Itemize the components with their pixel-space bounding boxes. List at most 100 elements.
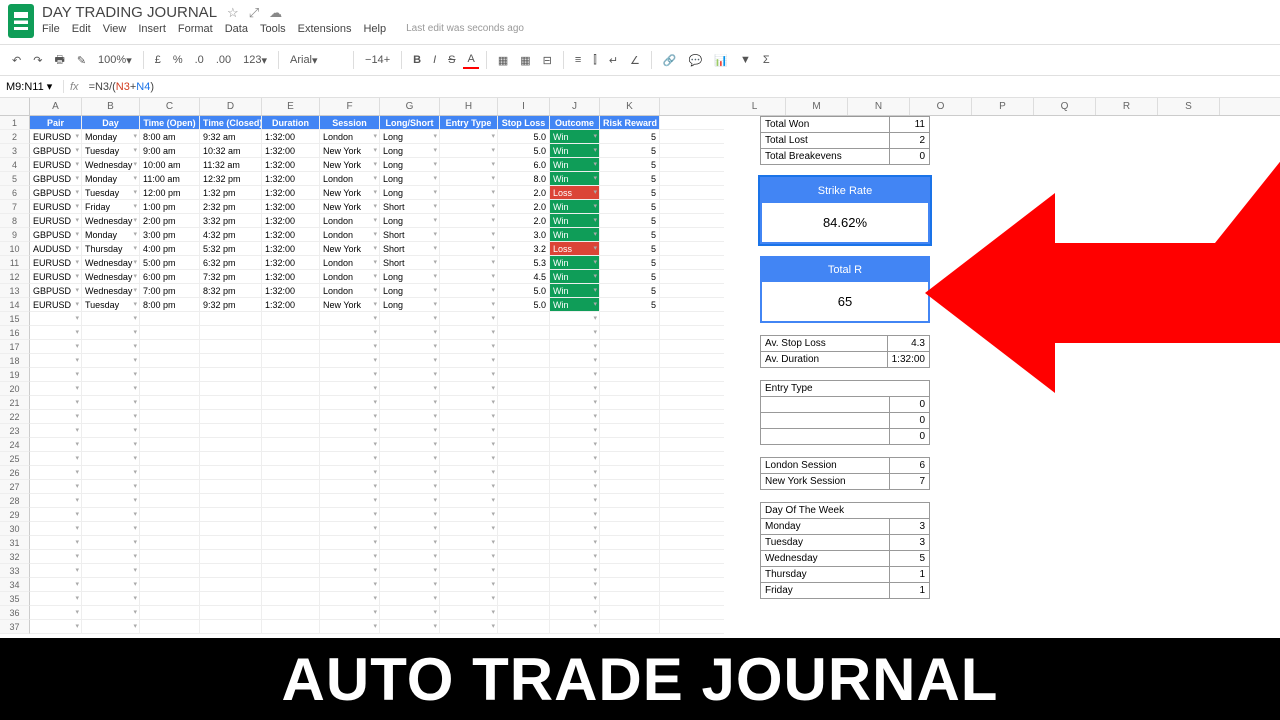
- cell[interactable]: [550, 466, 600, 479]
- row-header[interactable]: 10: [0, 242, 30, 256]
- cell[interactable]: Win: [550, 158, 600, 171]
- cell[interactable]: [550, 354, 600, 367]
- col-header[interactable]: H: [440, 98, 498, 115]
- cell[interactable]: [140, 326, 200, 339]
- cell[interactable]: [380, 536, 440, 549]
- cell[interactable]: 12:00 pm: [140, 186, 200, 199]
- cell[interactable]: 8:32 pm: [200, 284, 262, 297]
- row-header[interactable]: 30: [0, 522, 30, 536]
- cell[interactable]: [200, 564, 262, 577]
- cell[interactable]: [30, 606, 82, 619]
- cell[interactable]: Duration: [262, 116, 320, 129]
- row-header[interactable]: 4: [0, 158, 30, 172]
- cell[interactable]: [82, 592, 140, 605]
- cell[interactable]: Short: [380, 256, 440, 269]
- cell[interactable]: Win: [550, 228, 600, 241]
- cell[interactable]: 9:32 pm: [200, 298, 262, 311]
- functions-icon[interactable]: Σ: [759, 52, 774, 68]
- name-box[interactable]: M9:N11 ▾: [0, 80, 64, 93]
- cell[interactable]: [550, 494, 600, 507]
- cell[interactable]: [262, 564, 320, 577]
- cell[interactable]: 2.0: [498, 186, 550, 199]
- row-header[interactable]: 6: [0, 186, 30, 200]
- document-title[interactable]: DAY TRADING JOURNAL: [42, 4, 217, 21]
- cell[interactable]: 6:00 pm: [140, 270, 200, 283]
- cell[interactable]: [140, 620, 200, 633]
- cell[interactable]: [600, 396, 660, 409]
- cell[interactable]: Long/Short: [380, 116, 440, 129]
- cell[interactable]: 8:00 am: [140, 130, 200, 143]
- cell[interactable]: 3.0: [498, 228, 550, 241]
- cell[interactable]: [140, 410, 200, 423]
- cell[interactable]: [498, 564, 550, 577]
- cell[interactable]: Short: [380, 200, 440, 213]
- cell[interactable]: [550, 410, 600, 423]
- cell[interactable]: London: [320, 256, 380, 269]
- cell[interactable]: [140, 494, 200, 507]
- cell[interactable]: 3.2: [498, 242, 550, 255]
- cell[interactable]: [262, 312, 320, 325]
- cell[interactable]: [380, 606, 440, 619]
- row-header[interactable]: 28: [0, 494, 30, 508]
- cell[interactable]: 3:00 pm: [140, 228, 200, 241]
- cell[interactable]: 8:00 pm: [140, 298, 200, 311]
- cell[interactable]: [140, 564, 200, 577]
- cell[interactable]: [262, 494, 320, 507]
- col-header[interactable]: C: [140, 98, 200, 115]
- cell[interactable]: [550, 340, 600, 353]
- cell[interactable]: 5.0: [498, 284, 550, 297]
- row-header[interactable]: 29: [0, 508, 30, 522]
- cell[interactable]: [320, 382, 380, 395]
- cell[interactable]: [550, 312, 600, 325]
- menu-insert[interactable]: Insert: [138, 23, 166, 35]
- cell[interactable]: [262, 368, 320, 381]
- col-header[interactable]: E: [262, 98, 320, 115]
- column-headers[interactable]: ABCDEFGHIJK: [0, 98, 724, 116]
- cell[interactable]: [82, 564, 140, 577]
- cell[interactable]: [440, 256, 498, 269]
- cell[interactable]: [440, 410, 498, 423]
- cell[interactable]: GBPUSD: [30, 228, 82, 241]
- cell[interactable]: [498, 480, 550, 493]
- cell[interactable]: [30, 578, 82, 591]
- cell[interactable]: [140, 606, 200, 619]
- cell[interactable]: [440, 382, 498, 395]
- cell[interactable]: [200, 550, 262, 563]
- cell[interactable]: [140, 452, 200, 465]
- cell[interactable]: 4:00 pm: [140, 242, 200, 255]
- cell[interactable]: [600, 354, 660, 367]
- cell[interactable]: [498, 620, 550, 633]
- cell[interactable]: [440, 326, 498, 339]
- cell[interactable]: [30, 410, 82, 423]
- cell[interactable]: [262, 452, 320, 465]
- row-header[interactable]: 23: [0, 424, 30, 438]
- cell[interactable]: [498, 550, 550, 563]
- more-formats-icon[interactable]: 123▾: [239, 52, 271, 69]
- cell[interactable]: Session: [320, 116, 380, 129]
- cell[interactable]: [30, 466, 82, 479]
- row-header[interactable]: 19: [0, 368, 30, 382]
- row-header[interactable]: 24: [0, 438, 30, 452]
- row-header[interactable]: 1: [0, 116, 30, 130]
- row-header[interactable]: 32: [0, 550, 30, 564]
- cell[interactable]: [440, 242, 498, 255]
- cell[interactable]: [380, 326, 440, 339]
- cell[interactable]: [600, 522, 660, 535]
- cell[interactable]: Short: [380, 228, 440, 241]
- menu-view[interactable]: View: [103, 23, 127, 35]
- cell[interactable]: Long: [380, 214, 440, 227]
- cell[interactable]: [262, 606, 320, 619]
- cell[interactable]: [600, 550, 660, 563]
- cell[interactable]: [440, 438, 498, 451]
- text-color-icon[interactable]: A: [463, 51, 478, 69]
- cell[interactable]: 11:00 am: [140, 172, 200, 185]
- cell[interactable]: [600, 410, 660, 423]
- cell[interactable]: [380, 410, 440, 423]
- zoom-select[interactable]: 100% ▾: [94, 52, 136, 69]
- cell[interactable]: [30, 368, 82, 381]
- cell[interactable]: [262, 410, 320, 423]
- cell[interactable]: [550, 396, 600, 409]
- cells-grid[interactable]: PairDayTime (Open)Time (Closed)DurationS…: [30, 116, 724, 634]
- row-header[interactable]: 16: [0, 326, 30, 340]
- cell[interactable]: Monday: [82, 228, 140, 241]
